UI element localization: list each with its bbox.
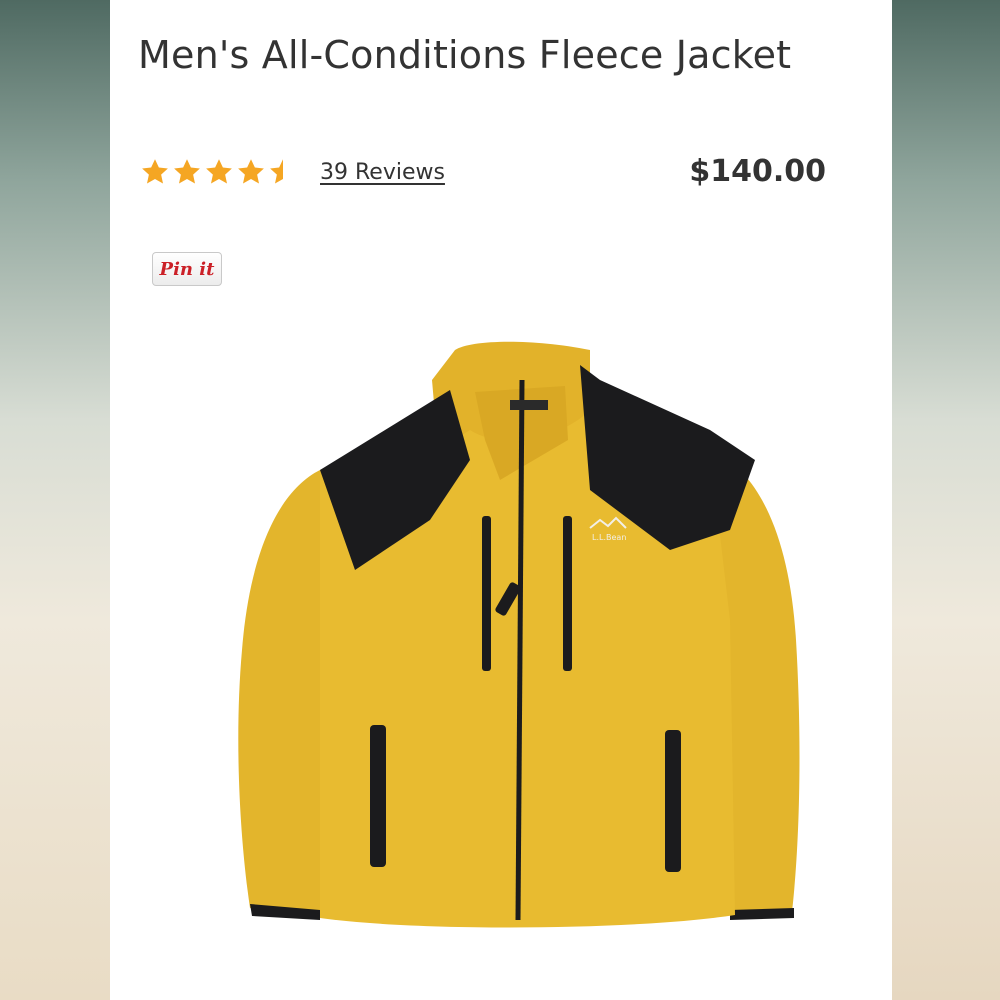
- product-title: Men's All-Conditions Fleece Jacket: [138, 33, 792, 77]
- star-icon: [206, 159, 232, 184]
- rating-summary: 39 Reviews: [140, 152, 445, 192]
- star-icon: [174, 159, 200, 184]
- product-image[interactable]: L.L.Bean: [170, 320, 850, 1000]
- reviews-link[interactable]: 39 Reviews: [320, 160, 445, 185]
- left-hand-pocket: [370, 725, 386, 867]
- right-hand-pocket: [665, 730, 681, 872]
- star-icon: [142, 159, 168, 184]
- neck-label: [510, 400, 548, 410]
- star-rating: [140, 157, 298, 187]
- right-chest-pocket: [563, 516, 572, 671]
- svg-text:L.L.Bean: L.L.Bean: [592, 533, 626, 542]
- left-chest-pocket: [482, 516, 491, 671]
- pin-it-button[interactable]: Pin it: [152, 252, 222, 286]
- right-cuff: [730, 908, 794, 920]
- star-icon: [238, 159, 264, 184]
- product-price: $140.00: [689, 154, 826, 189]
- blurred-backdrop-right: [892, 0, 1000, 1000]
- product-card: Men's All-Conditions Fleece Jacket 39 Re…: [110, 0, 892, 1000]
- half-star-icon: [270, 159, 296, 184]
- blurred-backdrop-left: [0, 0, 110, 1000]
